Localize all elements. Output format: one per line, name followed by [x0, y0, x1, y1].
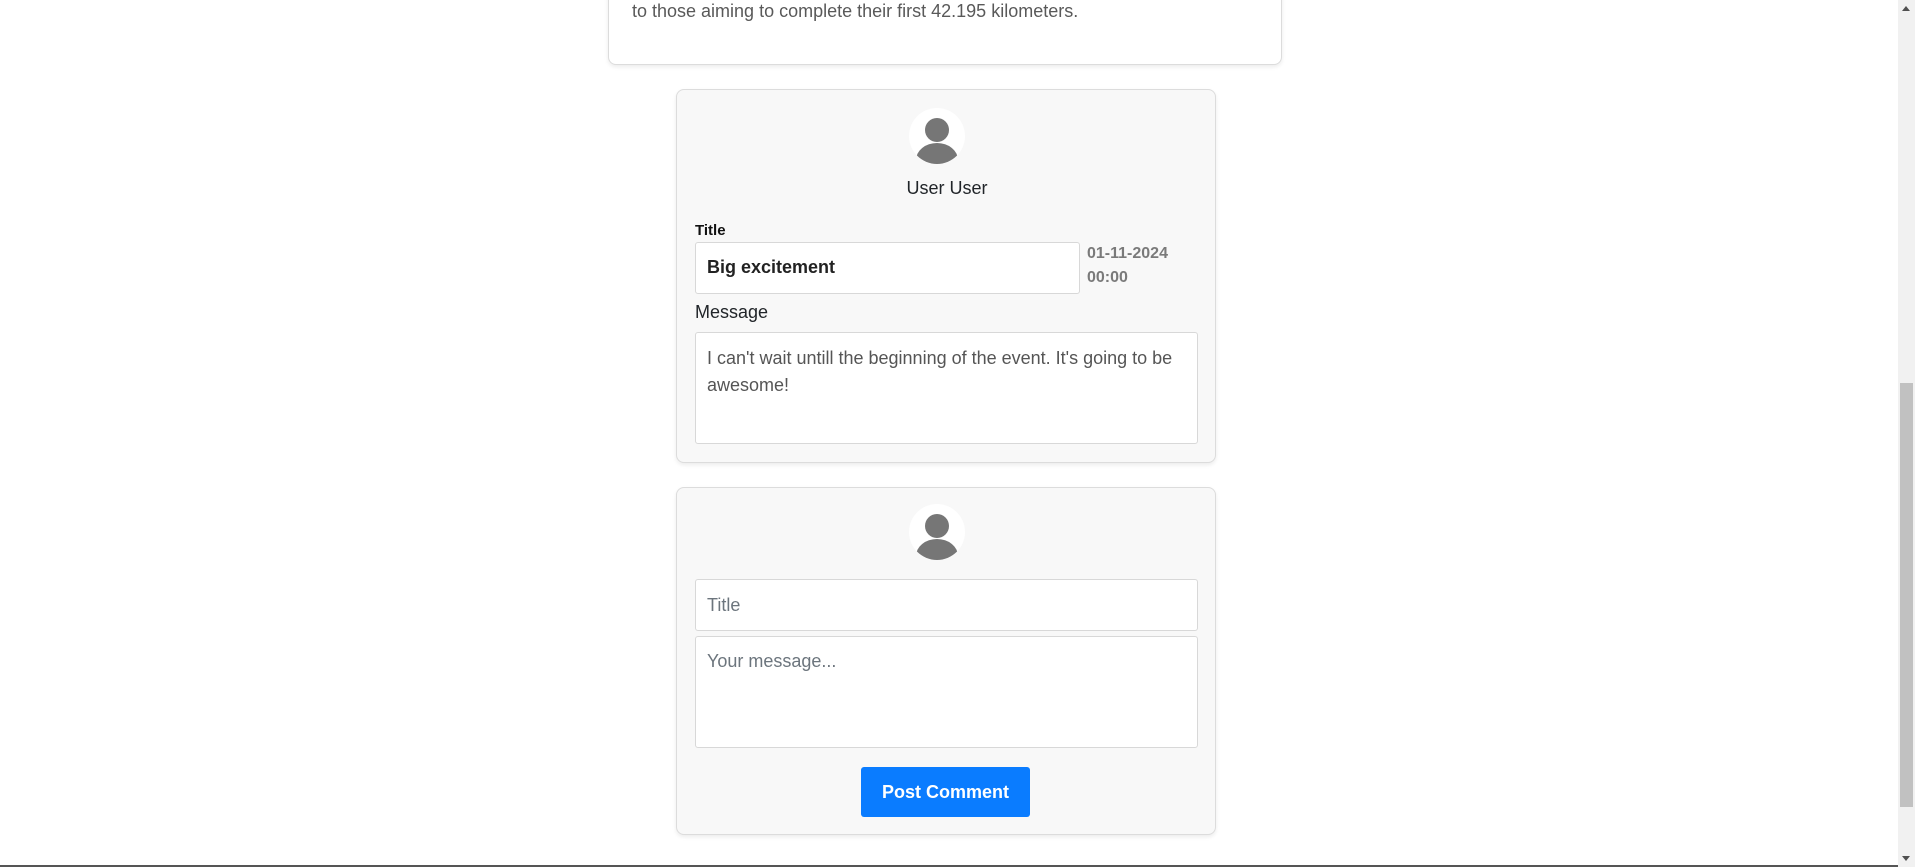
- scroll-up-arrow-icon[interactable]: [1902, 6, 1910, 11]
- event-description-card: to those aiming to complete their first …: [608, 0, 1282, 65]
- new-comment-form: Post Comment: [676, 487, 1216, 835]
- vertical-scrollbar[interactable]: [1898, 0, 1915, 867]
- comment-author-name: User User: [906, 178, 988, 198]
- new-comment-message-input[interactable]: [695, 636, 1198, 748]
- comment-card: User User Title Big excitement 01-11-202…: [676, 89, 1216, 463]
- user-avatar-icon: [909, 108, 965, 164]
- scrollbar-thumb[interactable]: [1900, 383, 1913, 807]
- event-description-text: to those aiming to complete their first …: [632, 1, 1079, 21]
- comment-date: 01-11-2024: [1087, 245, 1168, 262]
- page: to those aiming to complete their first …: [0, 0, 1915, 867]
- comment-title-field[interactable]: Big excitement: [695, 242, 1080, 294]
- comment-message-field[interactable]: I can't wait untill the beginning of the…: [695, 332, 1198, 444]
- comment-time: 00:00: [1087, 269, 1128, 286]
- post-comment-button[interactable]: Post Comment: [861, 767, 1030, 817]
- new-comment-title-input[interactable]: [695, 579, 1198, 631]
- comment-message-label: Message: [695, 302, 769, 322]
- scroll-down-arrow-icon[interactable]: [1902, 856, 1910, 861]
- comment-timestamp: 01-11-2024 00:00: [1087, 242, 1197, 290]
- current-user-avatar-icon: [909, 504, 965, 560]
- comment-title-label: Title: [695, 222, 726, 239]
